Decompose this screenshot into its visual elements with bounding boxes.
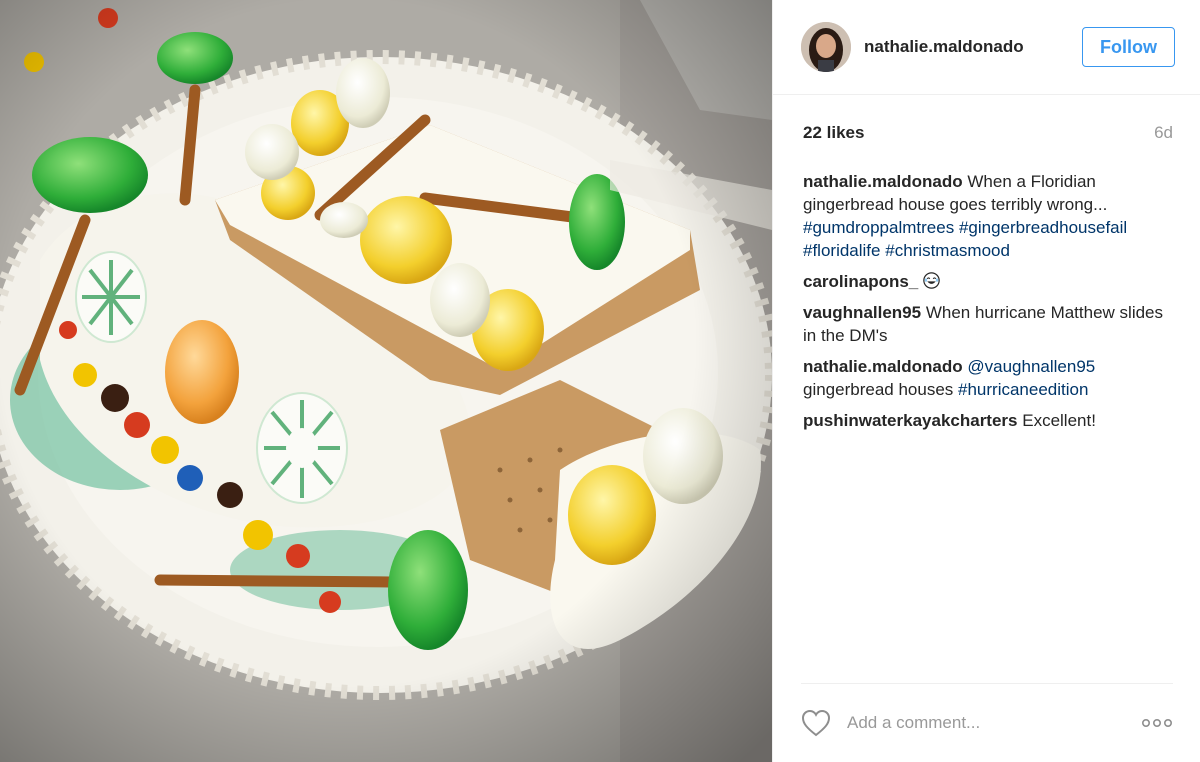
comment-text: gingerbread houses (803, 380, 954, 399)
likes-count[interactable]: 22 likes (803, 123, 864, 143)
heart-icon[interactable] (801, 709, 831, 737)
comment-footer (801, 683, 1173, 762)
comment-item: nathalie.maldonado @vaughnallen95 ginger… (803, 355, 1179, 401)
hashtag-link[interactable]: #gumdroppalmtrees (803, 218, 954, 237)
hashtag-link[interactable]: #christmasmood (885, 241, 1010, 260)
caption: nathalie.maldonado When a Floridian ging… (803, 170, 1179, 262)
comment-author[interactable]: nathalie.maldonado (803, 357, 963, 376)
comment-item: vaughnallen95 When hurricane Matthew sli… (803, 301, 1179, 347)
add-comment-input[interactable] (847, 713, 1141, 733)
follow-button[interactable]: Follow (1082, 27, 1175, 67)
comment-text: Excellent! (1022, 411, 1096, 430)
laughing-emoji-icon (923, 272, 940, 289)
comment-item: pushinwaterkayakcharters Excellent! (803, 409, 1179, 432)
comment-list: nathalie.maldonado When a Floridian ging… (803, 170, 1179, 440)
post-stats: 22 likes 6d (803, 122, 1173, 144)
post-age[interactable]: 6d (1154, 123, 1173, 143)
comment-author[interactable]: vaughnallen95 (803, 303, 921, 322)
hashtag-link[interactable]: #hurricaneedition (958, 380, 1088, 399)
avatar[interactable] (801, 22, 851, 72)
comment-author[interactable]: nathalie.maldonado (803, 172, 963, 191)
post-photo[interactable] (0, 0, 772, 762)
post-author-username[interactable]: nathalie.maldonado (864, 37, 1082, 57)
hashtag-link[interactable]: #gingerbreadhousefail (959, 218, 1127, 237)
comment-author[interactable]: carolinapons_ (803, 272, 918, 291)
comment-item: carolinapons_ (803, 270, 1179, 293)
post-header: nathalie.maldonado Follow (773, 0, 1200, 95)
comment-author[interactable]: pushinwaterkayakcharters (803, 411, 1018, 430)
post-side-panel: nathalie.maldonado Follow 22 likes 6d na… (772, 0, 1200, 762)
gingerbread-house-photo (0, 0, 772, 762)
mention-link[interactable]: @vaughnallen95 (967, 357, 1095, 376)
more-options-icon[interactable] (1141, 718, 1173, 728)
hashtag-link[interactable]: #floridalife (803, 241, 881, 260)
avatar-image (801, 22, 851, 72)
